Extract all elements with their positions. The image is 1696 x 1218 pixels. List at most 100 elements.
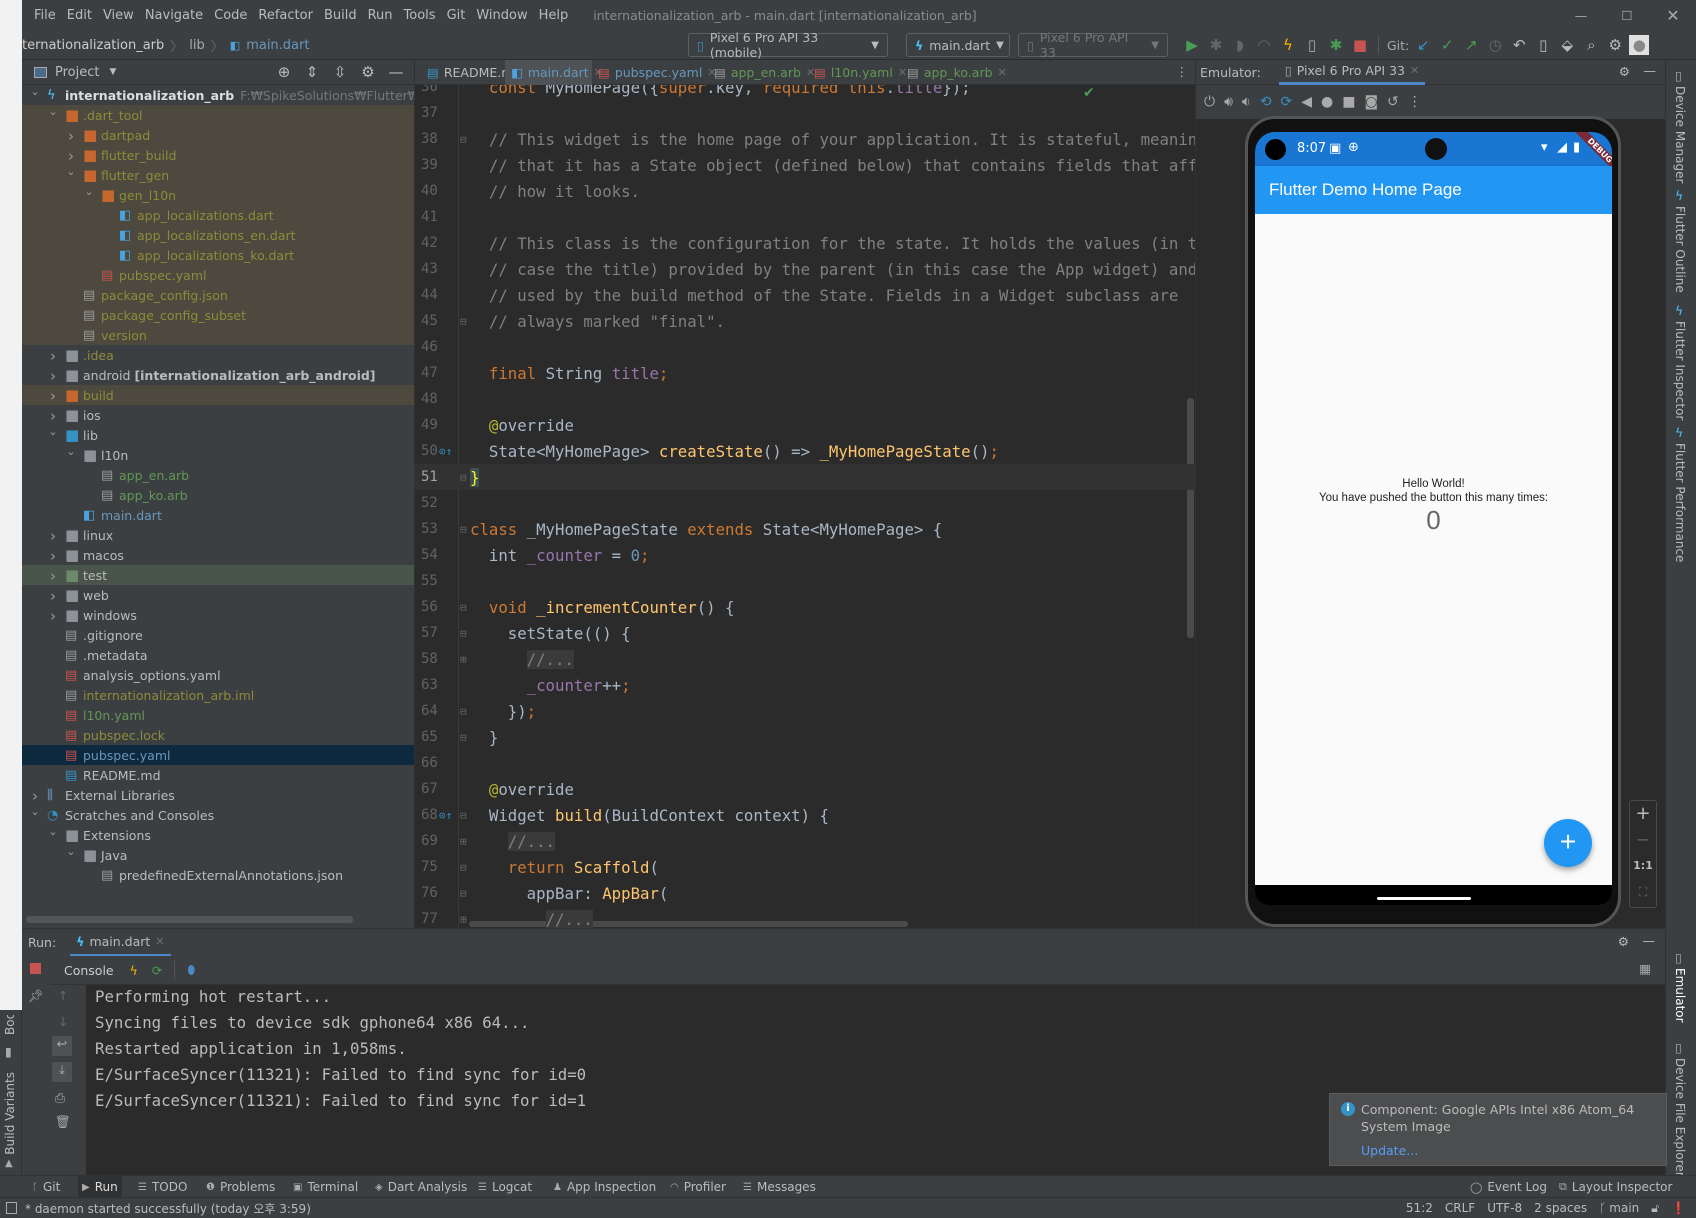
code-line[interactable]: 53 ⊟ class _MyHomePageState extends State<… — [415, 516, 1196, 542]
zoom-out-button[interactable]: − — [1630, 827, 1656, 853]
tool-tab-dart-analysis[interactable]: ◈ Dart Analysis — [371, 1176, 471, 1198]
fold-marker-icon[interactable]: ⊟ — [460, 887, 467, 900]
code-line[interactable]: 41 — [415, 204, 1196, 230]
override-marker-icon[interactable]: ⊙↑ — [439, 445, 452, 458]
status-message[interactable]: * daemon started successfully (today 오후 … — [25, 1200, 311, 1217]
run-tab-main-dart[interactable]: ϟ main.dart ✕ — [70, 929, 171, 957]
horizontal-scrollbar[interactable] — [26, 916, 353, 923]
tree-item[interactable]: ▤ analysis_options.yaml — [22, 665, 414, 685]
more-icon[interactable]: ⋮ — [1408, 94, 1422, 110]
caret-position[interactable]: 51:2 — [1406, 1201, 1433, 1215]
tab-app_en-arb[interactable]: ▤ app_en.arb ✕ — [708, 60, 815, 85]
line-separator[interactable]: CRLF — [1445, 1201, 1475, 1215]
code-line[interactable]: 64 ⊟ }); — [415, 698, 1196, 724]
chevron-down-icon[interactable]: ▼ — [109, 67, 116, 77]
stop-icon[interactable] — [30, 963, 41, 974]
tree-item[interactable]: ◧ app_localizations_en.dart — [22, 225, 414, 245]
zoom-in-button[interactable]: + — [1630, 801, 1656, 827]
expand-all-icon[interactable]: ⇕ — [302, 62, 322, 82]
code-line[interactable]: 45 ⊟ // always marked "final". — [415, 308, 1196, 334]
tree-item[interactable]: ▤ .metadata — [22, 645, 414, 665]
tree-item[interactable]: ▤ version — [22, 325, 414, 345]
breadcrumb-main-dart[interactable]: main.dart — [246, 38, 309, 53]
code-line[interactable]: 63 _counter++; — [415, 672, 1196, 698]
menu-help[interactable]: Help — [539, 8, 569, 23]
code-area[interactable]: ✔ 36 const MyHomePage({super.key, requir… — [415, 85, 1196, 928]
settings-icon[interactable]: ⚙ — [1619, 64, 1630, 79]
maximize-window-button[interactable]: ☐ — [1604, 8, 1650, 23]
tree-item[interactable]: ◧ app_localizations_ko.dart — [22, 245, 414, 265]
scroll-to-end-icon[interactable]: ⤓ — [52, 1062, 72, 1082]
tree-item[interactable]: ▤ package_config_subset — [22, 305, 414, 325]
git-push-icon[interactable]: ↗ — [1461, 35, 1481, 55]
tree-item[interactable]: › ■ test — [22, 565, 414, 585]
menu-code[interactable]: Code — [214, 8, 247, 23]
soft-wrap-icon[interactable]: ↩ — [52, 1036, 72, 1056]
tab-l10n-yaml[interactable]: ▤ l10n.yaml ✕ — [808, 60, 907, 85]
tab-readme-md[interactable]: ▤README.md✕ — [421, 60, 536, 85]
chevron-down-icon[interactable]: ⌄ — [83, 185, 95, 198]
hide-panel-icon[interactable]: — — [1644, 63, 1657, 78]
chevron-right-icon[interactable]: › — [47, 367, 59, 385]
hot-reload-icon[interactable]: ϟ — [1278, 35, 1298, 55]
tree-item[interactable]: › ■ web — [22, 585, 414, 605]
chevron-right-icon[interactable]: › — [47, 387, 59, 405]
run-icon[interactable]: ▶ — [1182, 35, 1202, 55]
tool-tab-git[interactable]: ᚴ Git — [28, 1176, 64, 1198]
settings-icon[interactable]: ⚙ — [358, 62, 378, 82]
actual-size-button[interactable]: 1:1 — [1630, 853, 1656, 879]
git-branch[interactable]: ᚴ main — [1599, 1201, 1639, 1215]
code-line[interactable]: 50 ⊙↑ State<MyHomePage> createState() => … — [415, 438, 1196, 464]
fold-marker-icon[interactable]: ⊟ — [460, 133, 467, 146]
code-line[interactable]: 36 const MyHomePage({super.key, required… — [415, 85, 1196, 100]
chevron-right-icon[interactable]: › — [47, 567, 59, 585]
tree-item[interactable]: ▤ .gitignore — [22, 625, 414, 645]
code-line[interactable]: 38 ⊟ // This widget is the home page of y… — [415, 126, 1196, 152]
chevron-right-icon[interactable]: › — [65, 127, 77, 145]
tree-item[interactable]: › ■ flutter_build — [22, 145, 414, 165]
notifications-icon[interactable]: ❗ — [1671, 1201, 1686, 1215]
power-icon[interactable]: ⏻ — [1204, 94, 1215, 110]
tree-item[interactable]: › ■ windows — [22, 605, 414, 625]
tree-item[interactable]: › ■ dartpad — [22, 125, 414, 145]
minimize-window-button[interactable]: — — [1558, 8, 1604, 23]
menu-git[interactable]: Git — [447, 8, 466, 23]
lock-icon[interactable]: 🔓︎ — [1651, 1201, 1659, 1216]
tree-item[interactable]: › ■ build — [22, 385, 414, 405]
chevron-right-icon[interactable]: › — [47, 547, 59, 565]
bookmarks-tab[interactable]: Bookmarks — [3, 1015, 17, 1035]
code-line[interactable]: 68 ⊙↑ ⊟ Widget build(BuildContext context)… — [415, 802, 1196, 828]
toggle-tool-windows-icon[interactable] — [6, 1202, 17, 1214]
scroll-up-icon[interactable]: ↑ — [58, 988, 68, 1003]
tool-tab-messages[interactable]: ☰ Messages — [739, 1176, 820, 1198]
close-tab-icon[interactable]: ✕ — [155, 935, 164, 948]
code-line[interactable]: 66 — [415, 750, 1196, 776]
stripe-device-manager[interactable]: Device Manager — [1673, 86, 1687, 183]
search-icon[interactable]: ⌕ — [1581, 35, 1601, 55]
file-encoding[interactable]: UTF-8 — [1487, 1201, 1522, 1215]
tree-item[interactable]: ⌄ ■ .dart_tool — [22, 105, 414, 125]
screenshot-icon[interactable]: ◙ — [1364, 94, 1378, 110]
tree-item[interactable]: ⌄ ■ gen_l10n — [22, 185, 414, 205]
fold-marker-icon[interactable]: ⊞ — [460, 653, 467, 666]
console-tab[interactable]: Console — [64, 963, 114, 978]
code-line[interactable]: 56 ⊟ void _incrementCounter() { — [415, 594, 1196, 620]
code-line[interactable]: 47 final String title; — [415, 360, 1196, 386]
git-commit-icon[interactable]: ✓ — [1437, 35, 1457, 55]
hot-restart-icon[interactable]: ⟳ — [152, 963, 162, 978]
code-line[interactable]: 75 ⊟ return Scaffold( — [415, 854, 1196, 880]
phone-screen[interactable]: 8:07 ▣ ⊕ ▾ ◢ ▮ DEBUG Flutter Demo Home P… — [1255, 132, 1612, 905]
tab-main-dart[interactable]: ◧ main.dart ✕ — [505, 60, 603, 85]
pin-icon[interactable]: 📌︎ — [28, 988, 44, 1004]
scroll-down-icon[interactable]: ↓ — [58, 1014, 68, 1029]
tree-item[interactable]: ◧ main.dart — [22, 505, 414, 525]
code-line[interactable]: 67 @override — [415, 776, 1196, 802]
breadcrumb-lib[interactable]: lib — [189, 38, 204, 53]
tree-item[interactable]: ▤ app_en.arb — [22, 465, 414, 485]
increment-fab[interactable]: + — [1544, 819, 1592, 867]
code-line[interactable]: 54 int _counter = 0; — [415, 542, 1196, 568]
rotate-left-icon[interactable]: ⟲ — [1260, 94, 1272, 110]
code-line[interactable]: 76 ⊟ appBar: AppBar( — [415, 880, 1196, 906]
code-line[interactable]: 69 ⊞ //... — [415, 828, 1196, 854]
stripe-flutter-outline[interactable]: Flutter Outline — [1673, 206, 1687, 293]
